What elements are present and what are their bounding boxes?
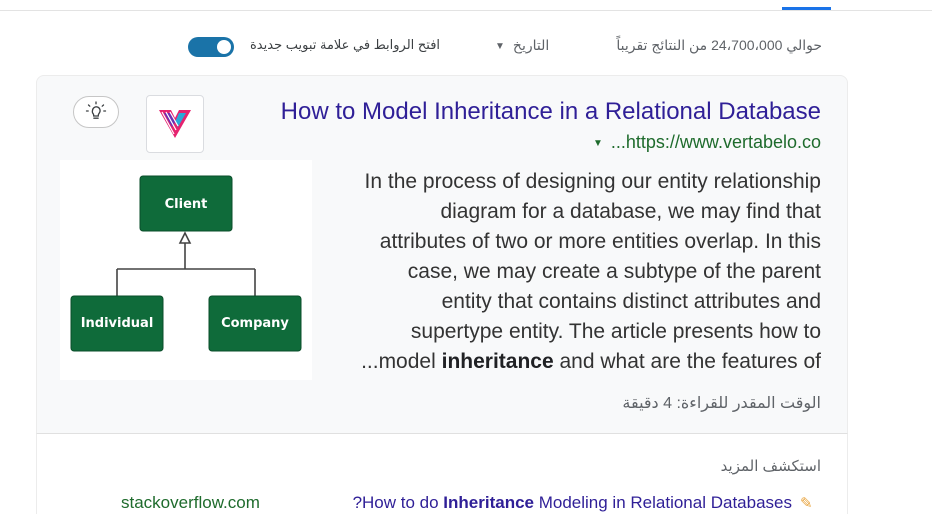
read-time: الوقت المقدر للقراءة: 4 دقيقة [622,395,821,412]
top-divider [0,10,932,11]
snippet-line: supertype entity. The article presents h… [410,320,821,343]
lightbulb-button[interactable] [73,96,119,128]
lightbulb-icon [85,101,107,119]
result-url[interactable]: ▼ ...https://www.vertabelo.co [593,132,821,153]
snippet-highlight: inheritance [441,350,554,373]
snippet-line: In the process of designing our entity r… [364,170,821,193]
date-filter-label: التاريخ [512,37,550,53]
snippet-line: attributes of two or more entities overl… [379,230,821,253]
snippet-text: ...model [361,350,442,373]
date-filter-dropdown[interactable]: ▼ التاريخ [495,37,549,54]
snippet-text: and what are the features of [553,350,821,373]
snippet-line: entity that contains distinct attributes… [441,290,821,313]
related-link-highlight: Inheritance [443,493,534,512]
toggle-knob [217,40,231,54]
result-url-text: ...https://www.vertabelo.co [610,132,821,152]
results-toolbar: حوالي 24،700،000 من النتائج تقريباً ▼ الت… [0,33,932,59]
explore-more-heading: استكشف المزيد [720,458,821,475]
chevron-down-icon: ▼ [495,41,505,52]
result-thumbnail[interactable]: Client Individual Company [60,160,312,380]
pencil-icon: ✎ [800,495,813,512]
result-snippet: In the process of designing our entity r… [325,167,821,377]
diagram-label-left: Individual [81,316,154,331]
inheritance-diagram: Client Individual Company [60,160,312,380]
related-link-text: ?How to do [352,493,444,512]
snippet-line: case, we may create a subtype of the par… [407,260,821,283]
site-favicon[interactable] [146,95,204,153]
related-link-text: Modeling in Relational Databases [534,493,792,512]
result-count: حوالي 24،700،000 من النتائج تقريباً [616,37,822,53]
new-tab-label: افتح الروابط في علامة تبويب جديدة [250,37,441,52]
url-dropdown-icon[interactable]: ▼ [593,138,603,149]
active-tab-indicator [782,7,831,10]
related-result-link[interactable]: ?How to do Inheritance Modeling in Relat… [353,493,792,513]
related-result-domain[interactable]: stackoverflow.com [121,493,260,513]
result-title-link[interactable]: How to Model Inheritance in a Relational… [281,98,821,126]
diagram-label-right: Company [221,316,289,331]
vertabelo-logo [159,110,191,138]
diagram-label-parent: Client [165,197,208,212]
snippet-line: diagram for a database, we may find that [440,200,821,223]
new-tab-toggle[interactable] [188,37,234,57]
snippet-line-last: ...model inheritance and what are the fe… [325,347,821,377]
